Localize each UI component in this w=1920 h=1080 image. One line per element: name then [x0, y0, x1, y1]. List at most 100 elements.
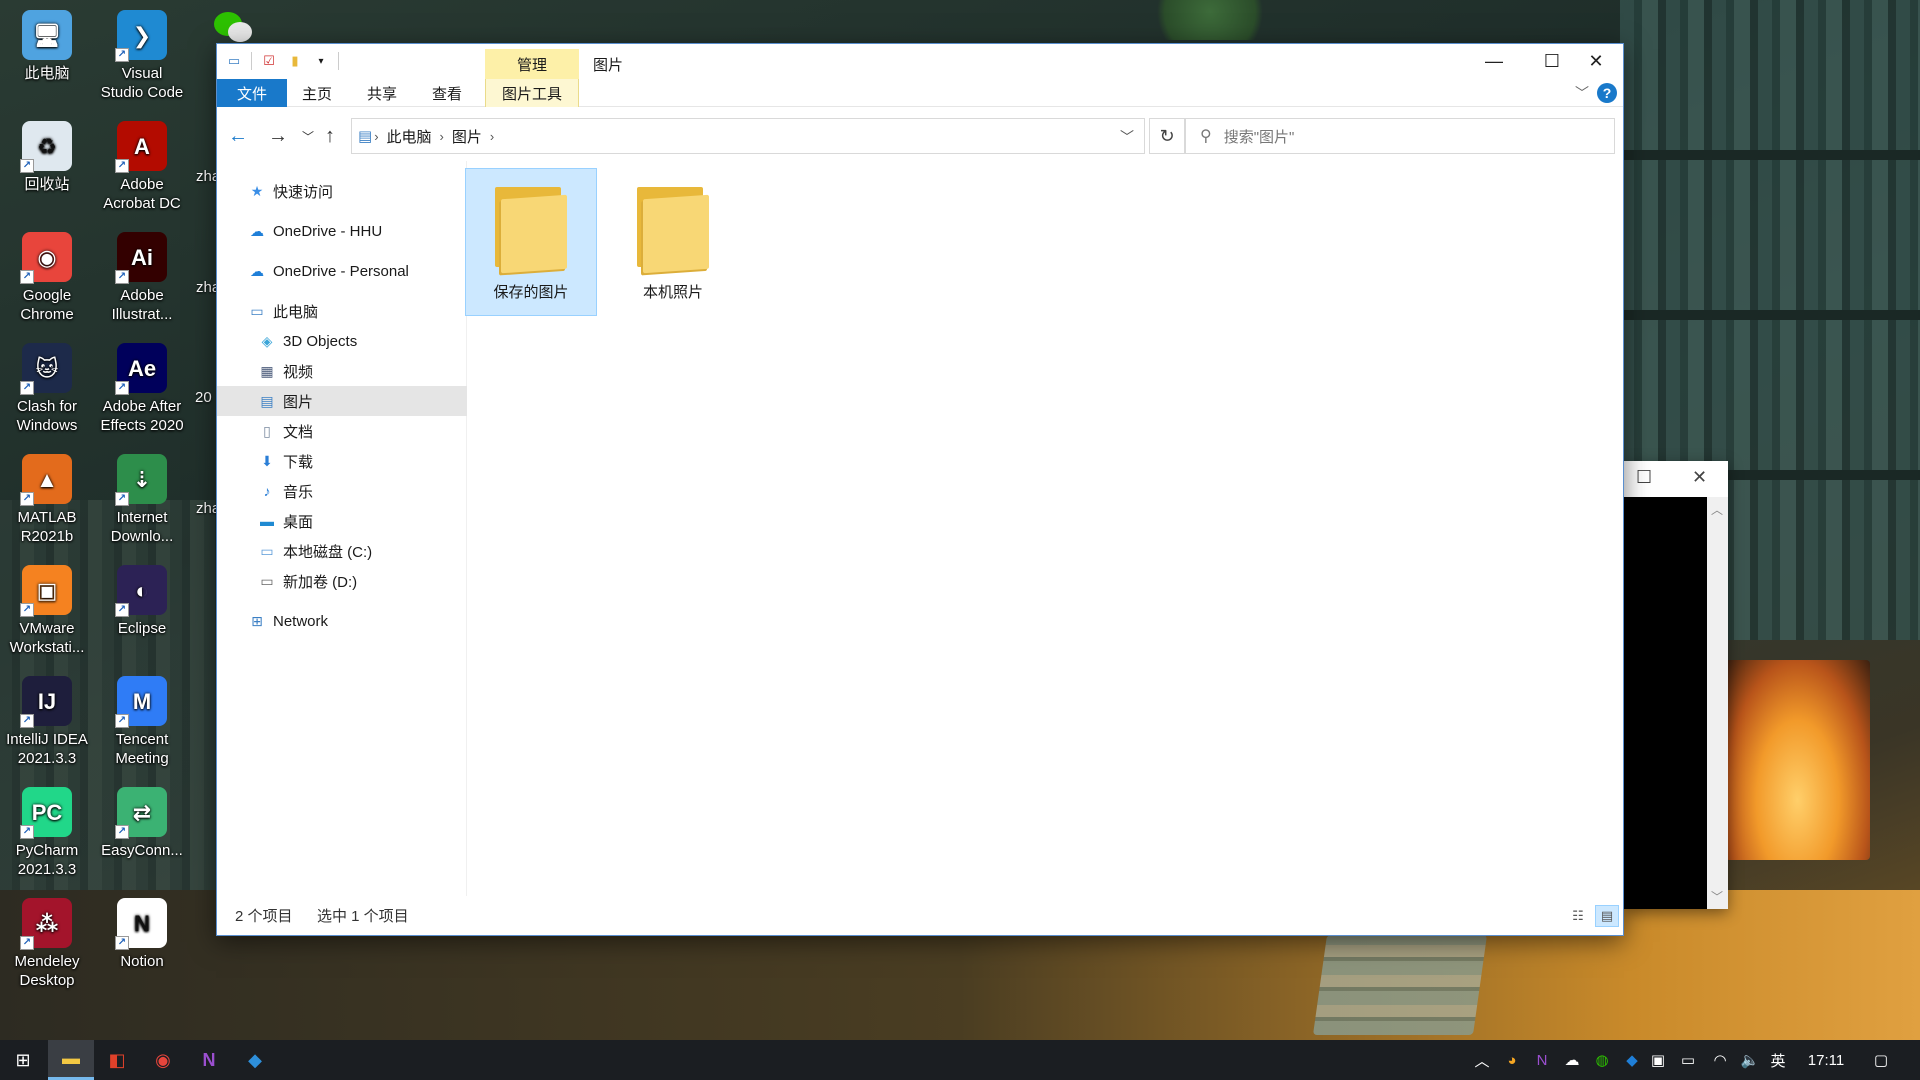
up-arrow-icon[interactable]: ↑ — [317, 123, 343, 149]
sidebar-item[interactable]: ▯ 文档 — [217, 416, 467, 446]
tab-home[interactable]: 主页 — [293, 79, 341, 107]
file-explorer-window[interactable]: ▭ ☑ ▮ ▾ 管理 图片 — ☐ ✕ 文件 主页 共享 查看 图片工具 ﹀ ?… — [216, 43, 1624, 936]
sidebar-item[interactable]: ▭ 本地磁盘 (C:) — [217, 536, 467, 566]
eclipse-icon: ◐ ↗ — [115, 565, 167, 617]
office-icon[interactable]: ◧ — [94, 1040, 140, 1080]
battery-icon[interactable]: ▭ — [1676, 1040, 1700, 1080]
desktop-shortcut[interactable]: A ↗ Adobe Acrobat DC — [95, 115, 189, 223]
sidebar-item[interactable]: ▬ 桌面 — [217, 506, 467, 536]
desktop-shortcut[interactable]: ▣ ↗ VMware Workstati... — [0, 559, 94, 667]
music-icon: ♪ — [263, 483, 271, 499]
tab-share[interactable]: 共享 — [358, 79, 406, 107]
sourcetree-icon[interactable]: ◆ — [232, 1040, 278, 1080]
sidebar-item[interactable]: ♪ 音乐 — [217, 476, 467, 506]
desktop-shortcut[interactable]: ⇣ ↗ Internet Downlo... — [95, 448, 189, 556]
sidebar-item[interactable]: ⊞ Network — [217, 606, 467, 636]
search-box[interactable]: ⚲ 搜索"图片" — [1185, 118, 1615, 154]
folder-item[interactable]: 保存的图片 — [465, 168, 597, 316]
address-bar[interactable]: ▤ › 此电脑 › 图片 › ﹀ — [351, 118, 1145, 154]
desktop-shortcut[interactable]: N ↗ Notion — [95, 892, 189, 1000]
desktop-shortcut[interactable]: 🐱 ↗ Clash for Windows — [0, 337, 94, 445]
address-history-chevron-icon[interactable]: ﹀ — [1120, 127, 1134, 147]
checkmark-icon[interactable]: ☑ — [260, 52, 278, 70]
input-method-indicator[interactable]: 英 — [1766, 1040, 1790, 1080]
file-list-view[interactable]: 保存的图片 本机照片 — [465, 161, 1623, 896]
console-output[interactable] — [1624, 497, 1707, 909]
desktop-shortcut[interactable]: IJ ↗ IntelliJ IDEA 2021.3.3 — [0, 670, 94, 778]
chrome-icon[interactable]: ◉ — [140, 1040, 186, 1080]
onenote-icon[interactable]: N — [186, 1040, 232, 1080]
desktop-shortcut[interactable]: ◐ ↗ Eclipse — [95, 559, 189, 667]
folder-item[interactable]: 本机照片 — [607, 168, 739, 316]
wechat-tray-icon[interactable]: ◍ — [1590, 1040, 1614, 1080]
breadcrumb-separator-icon[interactable]: › — [490, 129, 494, 144]
start-icon[interactable]: ⊞ — [0, 1040, 46, 1080]
desktop-shortcut[interactable]: ▲ ↗ MATLAB R2021b — [0, 448, 94, 556]
breadcrumb-separator-icon[interactable]: › — [440, 129, 444, 144]
breadcrumb-this-pc[interactable]: 此电脑 — [387, 126, 432, 147]
desktop-shortcut[interactable]: Ai ↗ Adobe Illustrat... — [95, 226, 189, 334]
customize-toolbar-chevron-icon[interactable]: ▾ — [312, 52, 330, 70]
background-console-window[interactable]: ☐ ✕ ︿ ﹀ — [1624, 461, 1728, 909]
console-scrollbar[interactable]: ︿ ﹀ — [1707, 497, 1728, 909]
desktop-shortcut[interactable]: 🖥 此电脑 — [0, 4, 94, 112]
new-folder-icon[interactable]: ▮ — [286, 52, 304, 70]
onedrive-tray-icon[interactable]: ☁ — [1560, 1040, 1584, 1080]
desktop-shortcut-label: Illustrat... — [111, 306, 173, 323]
minimize-button[interactable]: — — [1465, 44, 1523, 79]
details-view-icon[interactable]: ☷ — [1566, 905, 1590, 927]
desktop-shortcut[interactable]: ♻ ↗ 回收站 — [0, 115, 94, 223]
close-button[interactable]: ✕ — [1567, 44, 1625, 79]
refresh-button[interactable]: ↻ — [1149, 118, 1185, 154]
wallpaper-shelf-board — [1620, 310, 1920, 320]
wifi-icon[interactable]: ◠ — [1708, 1040, 1732, 1080]
desktop-shortcut[interactable]: PC ↗ PyCharm 2021.3.3 — [0, 781, 94, 889]
title-bar[interactable]: ▭ ☑ ▮ ▾ 管理 图片 — ☐ ✕ — [217, 44, 1623, 79]
large-icons-view-icon[interactable]: ▤ — [1595, 905, 1619, 927]
tab-file[interactable]: 文件 — [217, 79, 287, 107]
desktop-shortcut[interactable]: ⁂ ↗ Mendeley Desktop — [0, 892, 94, 1000]
sidebar-item[interactable]: ▭ 新加卷 (D:) — [217, 566, 467, 596]
breadcrumb-separator-icon[interactable]: › — [374, 129, 378, 144]
breadcrumb-pictures[interactable]: 图片 — [452, 126, 482, 147]
desktop-shortcut[interactable]: ◉ ↗ Google Chrome — [0, 226, 94, 334]
desktop-shortcut[interactable]: ❯ ↗ Visual Studio Code — [95, 4, 189, 112]
sidebar-item[interactable]: ▦ 视频 — [217, 356, 467, 386]
desktop-shortcut[interactable]: M ↗ Tencent Meeting — [95, 670, 189, 778]
matlab-icon: ▲ ↗ — [20, 454, 72, 506]
file-explorer-icon[interactable]: ▬ — [48, 1040, 94, 1080]
scroll-down-icon[interactable]: ﹀ — [1711, 888, 1723, 905]
sidebar-item[interactable]: ☁ OneDrive - HHU — [217, 216, 467, 246]
sidebar-item[interactable]: ☁ OneDrive - Personal — [217, 256, 467, 286]
back-arrow-icon[interactable]: ← — [225, 123, 251, 149]
sidebar-item[interactable]: ▭ 此电脑 — [217, 296, 467, 326]
clock[interactable]: 17:11 — [1796, 1040, 1856, 1080]
display-tray-icon[interactable]: ▣ — [1646, 1040, 1670, 1080]
clash-tray-icon[interactable]: ◆ — [1620, 1040, 1644, 1080]
notification-center-icon[interactable]: ▢ — [1866, 1040, 1896, 1080]
desktop-shortcut[interactable]: Ae ↗ Adobe After Effects 2020 — [95, 337, 189, 445]
expand-ribbon-chevron-icon[interactable]: ﹀ — [1575, 83, 1589, 103]
manage-contextual-tab[interactable]: 管理 — [485, 49, 579, 79]
forward-arrow-icon[interactable]: → — [265, 123, 291, 149]
wechat-icon[interactable] — [214, 10, 254, 44]
sidebar-item[interactable]: ⬇ 下载 — [217, 446, 467, 476]
close-icon[interactable]: ✕ — [1692, 467, 1707, 488]
sidebar-item[interactable]: ◈ 3D Objects — [217, 326, 467, 356]
maximize-icon[interactable]: ☐ — [1636, 467, 1652, 488]
tab-view[interactable]: 查看 — [423, 79, 471, 107]
show-hidden-icons-chevron-icon[interactable]: ︿ — [1470, 1040, 1494, 1080]
desktop-shortcut-label: Downlo... — [110, 528, 174, 545]
desktop-shortcut[interactable]: ⇄ ↗ EasyConn... — [95, 781, 189, 889]
qq-icon[interactable]: ◕ — [1500, 1040, 1524, 1080]
tencent-meeting-icon: M ↗ — [115, 676, 167, 728]
volume-icon[interactable]: 🔈 — [1738, 1040, 1762, 1080]
scroll-up-icon[interactable]: ︿ — [1711, 501, 1723, 518]
help-button[interactable]: ? — [1597, 83, 1617, 103]
onenote-tray-icon[interactable]: N — [1530, 1040, 1554, 1080]
tab-picture-tools[interactable]: 图片工具 — [485, 79, 579, 107]
console-titlebar[interactable]: ☐ ✕ — [1624, 461, 1728, 497]
sidebar-item[interactable]: ▤ 图片 — [217, 386, 467, 416]
properties-icon[interactable]: ▭ — [225, 52, 243, 70]
sidebar-item[interactable]: ★ 快速访问 — [217, 176, 467, 206]
